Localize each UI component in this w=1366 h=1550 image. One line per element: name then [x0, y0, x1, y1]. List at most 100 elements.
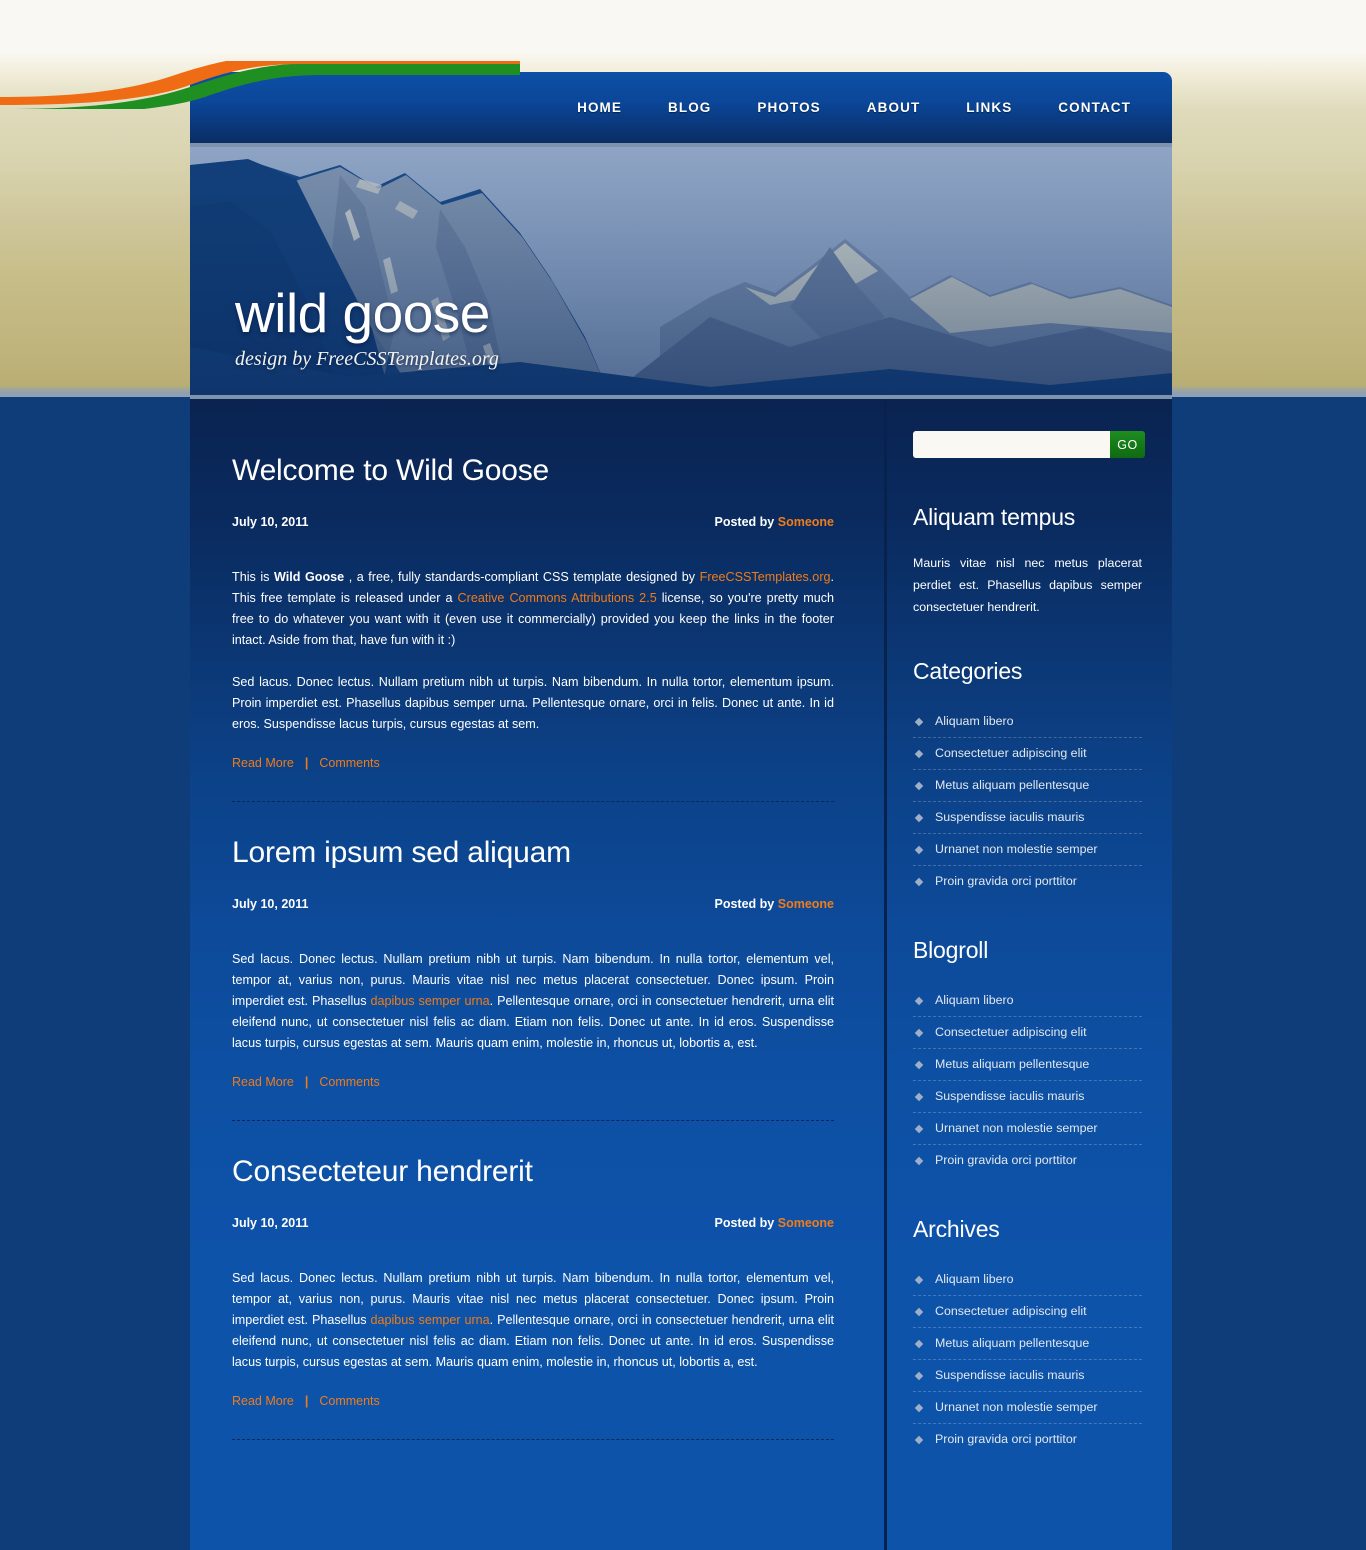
category-link[interactable]: Metus aliquam pellentesque: [913, 770, 1142, 801]
post-paragraph-2: Sed lacus. Donec lectus. Nullam pretium …: [232, 675, 834, 731]
post-author-link[interactable]: Someone: [778, 1216, 834, 1230]
creative-commons-link[interactable]: Creative Commons Attributions 2.5: [458, 591, 657, 605]
inline-link[interactable]: dapibus semper urna: [370, 994, 489, 1008]
main-navigation[interactable]: HOME BLOG PHOTOS ABOUT LINKS CONTACT: [554, 72, 1172, 143]
category-link[interactable]: Urnanet non molestie semper: [913, 834, 1142, 865]
blogroll-link[interactable]: Suspendisse iaculis mauris: [913, 1081, 1142, 1112]
post-title: Lorem ipsum sed aliquam: [232, 836, 571, 869]
nav-item-blog[interactable]: BLOG: [645, 72, 734, 143]
list-item-label: Suspendisse iaculis mauris: [935, 1368, 1085, 1382]
link-separator: |: [304, 1394, 309, 1408]
bullet-icon: [914, 1307, 924, 1316]
search-go-button[interactable]: GO: [1110, 431, 1145, 458]
category-link[interactable]: Suspendisse iaculis mauris: [913, 802, 1142, 833]
search-form[interactable]: GO: [913, 431, 1145, 458]
list-item: Aliquam libero: [913, 1264, 1142, 1296]
read-more-link[interactable]: Read More: [232, 1075, 294, 1089]
list-item: Suspendisse iaculis mauris: [913, 1360, 1142, 1392]
list-item: Aliquam libero: [913, 706, 1142, 738]
widget-archives: Archives Aliquam libero Consectetuer adi…: [913, 1216, 1142, 1455]
archives-list: Aliquam libero Consectetuer adipiscing e…: [913, 1264, 1142, 1455]
post-body: This is Wild Goose , a free, fully stand…: [232, 567, 834, 735]
category-link[interactable]: Aliquam libero: [913, 706, 1142, 737]
bullet-icon: [914, 1275, 924, 1284]
blogroll-link[interactable]: Urnanet non molestie semper: [913, 1113, 1142, 1144]
archive-link[interactable]: Metus aliquam pellentesque: [913, 1328, 1142, 1359]
site-tagline: design by FreeCSSTemplates.org: [235, 348, 499, 370]
post-body: Sed lacus. Donec lectus. Nullam pretium …: [232, 949, 834, 1054]
blogroll-link[interactable]: Aliquam libero: [913, 985, 1142, 1016]
post-title: Consecteteur hendrerit: [232, 1155, 533, 1188]
blogroll-link[interactable]: Proin gravida orci porttitor: [913, 1145, 1142, 1176]
archive-link[interactable]: Consectetuer adipiscing elit: [913, 1296, 1142, 1327]
archive-link[interactable]: Proin gravida orci porttitor: [913, 1424, 1142, 1455]
header-banner: wild goose design by FreeCSSTemplates.or…: [190, 143, 1172, 399]
archive-link[interactable]: Suspendisse iaculis mauris: [913, 1360, 1142, 1391]
list-item: Metus aliquam pellentesque: [913, 1049, 1142, 1081]
comments-link[interactable]: Comments: [319, 1075, 379, 1089]
widget-text: Mauris vitae nisl nec metus placerat per…: [913, 556, 1142, 614]
post-author-line: Posted by Someone: [715, 897, 835, 911]
post-welcome: Welcome to Wild Goose July 10, 2011 Post…: [232, 454, 834, 770]
text-fragment: , a free, fully standards-compliant CSS …: [344, 570, 700, 584]
post-divider: [232, 1439, 834, 1440]
text-fragment: This is: [232, 570, 274, 584]
list-item: Metus aliquam pellentesque: [913, 770, 1142, 802]
archive-link[interactable]: Aliquam libero: [913, 1264, 1142, 1295]
link-separator: |: [304, 756, 309, 770]
search-input[interactable]: [913, 431, 1110, 458]
bullet-icon: [914, 1156, 924, 1165]
widget-title: Aliquam tempus: [913, 504, 1076, 530]
post-meta: July 10, 2011 Posted by Someone: [232, 897, 834, 911]
widget-categories: Categories Aliquam libero Consectetuer a…: [913, 658, 1142, 897]
list-item-label: Metus aliquam pellentesque: [935, 778, 1090, 792]
list-item-label: Suspendisse iaculis mauris: [935, 1089, 1085, 1103]
page-body: Welcome to Wild Goose July 10, 2011 Post…: [190, 399, 1172, 1550]
blogroll-list: Aliquam libero Consectetuer adipiscing e…: [913, 985, 1142, 1176]
widget-aliquam-tempus: Aliquam tempus Mauris vitae nisl nec met…: [913, 504, 1142, 618]
blogroll-link[interactable]: Metus aliquam pellentesque: [913, 1049, 1142, 1080]
category-link[interactable]: Proin gravida orci porttitor: [913, 866, 1142, 897]
read-more-link[interactable]: Read More: [232, 756, 294, 770]
nav-item-about[interactable]: ABOUT: [844, 72, 944, 143]
nav-item-photos[interactable]: PHOTOS: [734, 72, 843, 143]
list-item: Aliquam libero: [913, 985, 1142, 1017]
link-separator: |: [304, 1075, 309, 1089]
post-meta: July 10, 2011 Posted by Someone: [232, 1216, 834, 1230]
archive-link[interactable]: Urnanet non molestie semper: [913, 1392, 1142, 1423]
post-divider: [232, 801, 834, 802]
read-more-link[interactable]: Read More: [232, 1394, 294, 1408]
post-links: Read More | Comments: [232, 756, 834, 770]
post-paragraph-1: This is Wild Goose , a free, fully stand…: [232, 567, 834, 651]
category-link[interactable]: Consectetuer adipiscing elit: [913, 738, 1142, 769]
main-content: Welcome to Wild Goose July 10, 2011 Post…: [190, 399, 884, 1550]
list-item-label: Metus aliquam pellentesque: [935, 1336, 1090, 1350]
post-consecteteur: Consecteteur hendrerit July 10, 2011 Pos…: [232, 1155, 834, 1408]
bullet-icon: [914, 1028, 924, 1037]
widget-title: Categories: [913, 658, 1023, 684]
post-author-line: Posted by Someone: [715, 515, 835, 529]
bullet-icon: [914, 845, 924, 854]
nav-item-links[interactable]: LINKS: [943, 72, 1035, 143]
post-emphasis: Wild Goose: [273, 570, 345, 584]
post-body: Sed lacus. Donec lectus. Nullam pretium …: [232, 1268, 834, 1373]
comments-link[interactable]: Comments: [319, 1394, 379, 1408]
post-lorem-ipsum: Lorem ipsum sed aliquam July 10, 2011 Po…: [232, 836, 834, 1089]
bullet-icon: [914, 1339, 924, 1348]
blogroll-link[interactable]: Consectetuer adipiscing elit: [913, 1017, 1142, 1048]
nav-item-home[interactable]: HOME: [554, 72, 645, 143]
categories-list: Aliquam libero Consectetuer adipiscing e…: [913, 706, 1142, 897]
freecsstemplates-link[interactable]: FreeCSSTemplates.org: [700, 570, 831, 584]
post-author-link[interactable]: Someone: [778, 515, 834, 529]
sidebar: GO Aliquam tempus Mauris vitae nisl nec …: [884, 399, 1172, 1550]
bullet-icon: [914, 781, 924, 790]
comments-link[interactable]: Comments: [319, 756, 379, 770]
nav-item-contact[interactable]: CONTACT: [1035, 72, 1154, 143]
post-author-link[interactable]: Someone: [778, 897, 834, 911]
site-wrapper: HOME BLOG PHOTOS ABOUT LINKS CONTACT wil…: [0, 61, 1172, 1550]
post-links: Read More | Comments: [232, 1075, 834, 1089]
list-item-label: Urnanet non molestie semper: [935, 1400, 1098, 1414]
list-item-label: Consectetuer adipiscing elit: [935, 746, 1087, 760]
inline-link[interactable]: dapibus semper urna: [370, 1313, 489, 1327]
list-item-label: Proin gravida orci porttitor: [935, 1153, 1077, 1167]
